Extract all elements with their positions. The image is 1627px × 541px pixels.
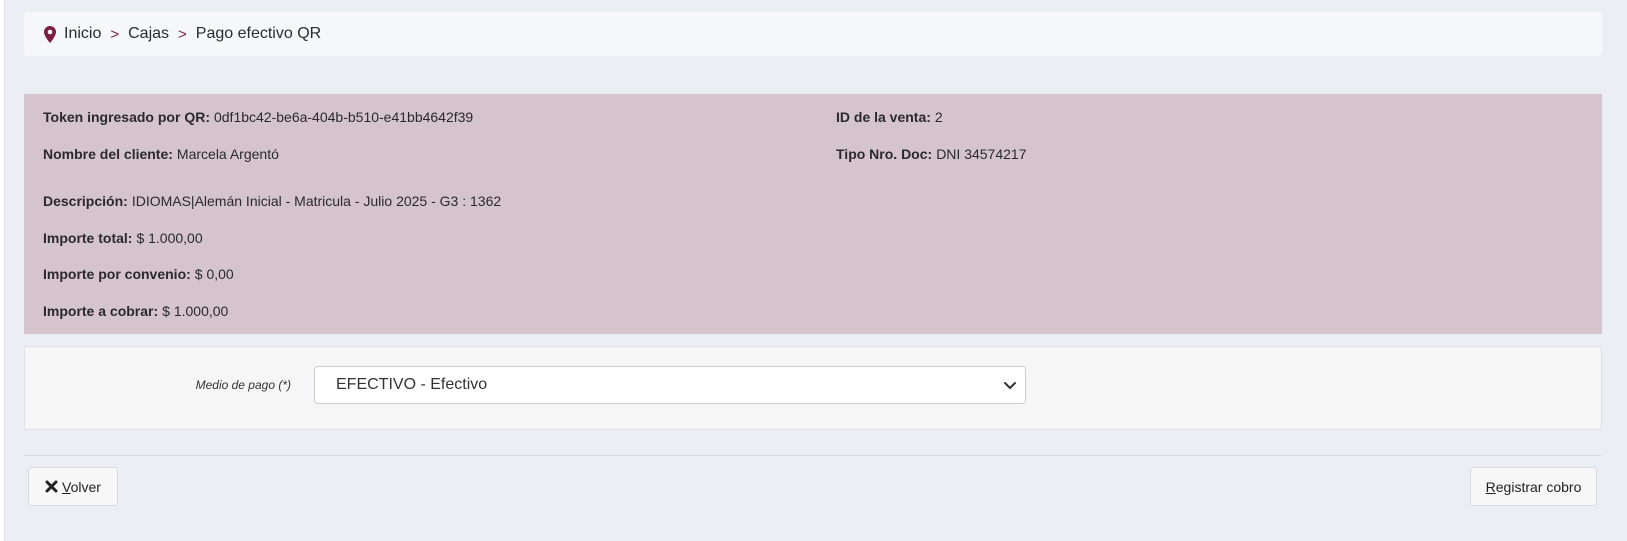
total-amount-value: $ 1.000,00: [136, 230, 203, 246]
token-field: Token ingresado por QR: 0df1bc42-be6a-404…: [43, 109, 473, 125]
sale-id-value: 2: [934, 109, 943, 125]
breadcrumb-separator: >: [178, 25, 187, 43]
document-field: Tipo Nro. Doc: DNI 34574217: [836, 146, 1026, 162]
agreement-amount-value: $ 0,00: [194, 266, 234, 282]
sale-id-label: ID de la venta:: [836, 109, 931, 125]
document-label: Tipo Nro. Doc:: [836, 146, 933, 162]
client-name-field: Nombre del cliente: Marcela Argentó: [43, 146, 279, 162]
register-payment-button[interactable]: Registrar cobro: [1470, 467, 1597, 506]
agreement-amount-label: Importe por convenio:: [43, 266, 191, 282]
breadcrumb-item-inicio[interactable]: Inicio: [64, 25, 101, 43]
register-payment-label: Registrar cobro: [1485, 478, 1582, 495]
page: Inicio > Cajas > Pago efectivo QR Token …: [4, 0, 1627, 541]
payment-method-label: Medio de pago (*): [195, 378, 291, 392]
breadcrumb: Inicio > Cajas > Pago efectivo QR: [24, 12, 1602, 56]
description-value: IDIOMAS|Alemán Inicial - Matricula - Jul…: [131, 193, 502, 209]
chevron-down-icon: [1003, 378, 1017, 392]
payment-form-panel: Medio de pago (*) EFECTIVO - Efectivo: [24, 346, 1602, 430]
amount-to-charge-field: Importe a cobrar: $ 1.000,00: [43, 303, 228, 319]
total-amount-field: Importe total: $ 1.000,00: [43, 230, 203, 246]
payment-method-selected-value: EFECTIVO - Efectivo: [336, 376, 488, 393]
payment-info-panel: Token ingresado por QR: 0df1bc42-be6a-404…: [24, 94, 1602, 334]
sale-id-field: ID de la venta: 2: [836, 109, 943, 125]
breadcrumb-item-current: Pago efectivo QR: [195, 25, 322, 42]
description-field: Descripción: IDIOMAS|Alemán Inicial - Mat…: [43, 193, 501, 209]
amount-to-charge-value: $ 1.000,00: [162, 303, 229, 319]
document-value: DNI 34574217: [936, 146, 1027, 162]
breadcrumb-separator: >: [110, 25, 120, 43]
total-amount-label: Importe total:: [43, 230, 133, 246]
divider: [24, 455, 1602, 456]
agreement-amount-field: Importe por convenio: $ 0,00: [43, 266, 234, 282]
map-marker-icon: [44, 25, 58, 43]
amount-to-charge-label: Importe a cobrar:: [43, 303, 159, 319]
token-value: 0df1bc42-be6a-404b-b510-e41bb4642f39: [213, 109, 474, 125]
client-name-label: Nombre del cliente:: [43, 146, 173, 162]
client-name-value: Marcela Argentó: [176, 146, 279, 162]
payment-method-select[interactable]: EFECTIVO - Efectivo: [314, 366, 1026, 404]
token-label: Token ingresado por QR:: [43, 109, 210, 125]
back-button-label: Volver: [62, 478, 101, 495]
description-label: Descripción:: [43, 193, 128, 209]
back-button[interactable]: Volver: [28, 467, 118, 506]
breadcrumb-item-cajas[interactable]: Cajas: [128, 25, 169, 43]
times-icon: [45, 480, 58, 493]
